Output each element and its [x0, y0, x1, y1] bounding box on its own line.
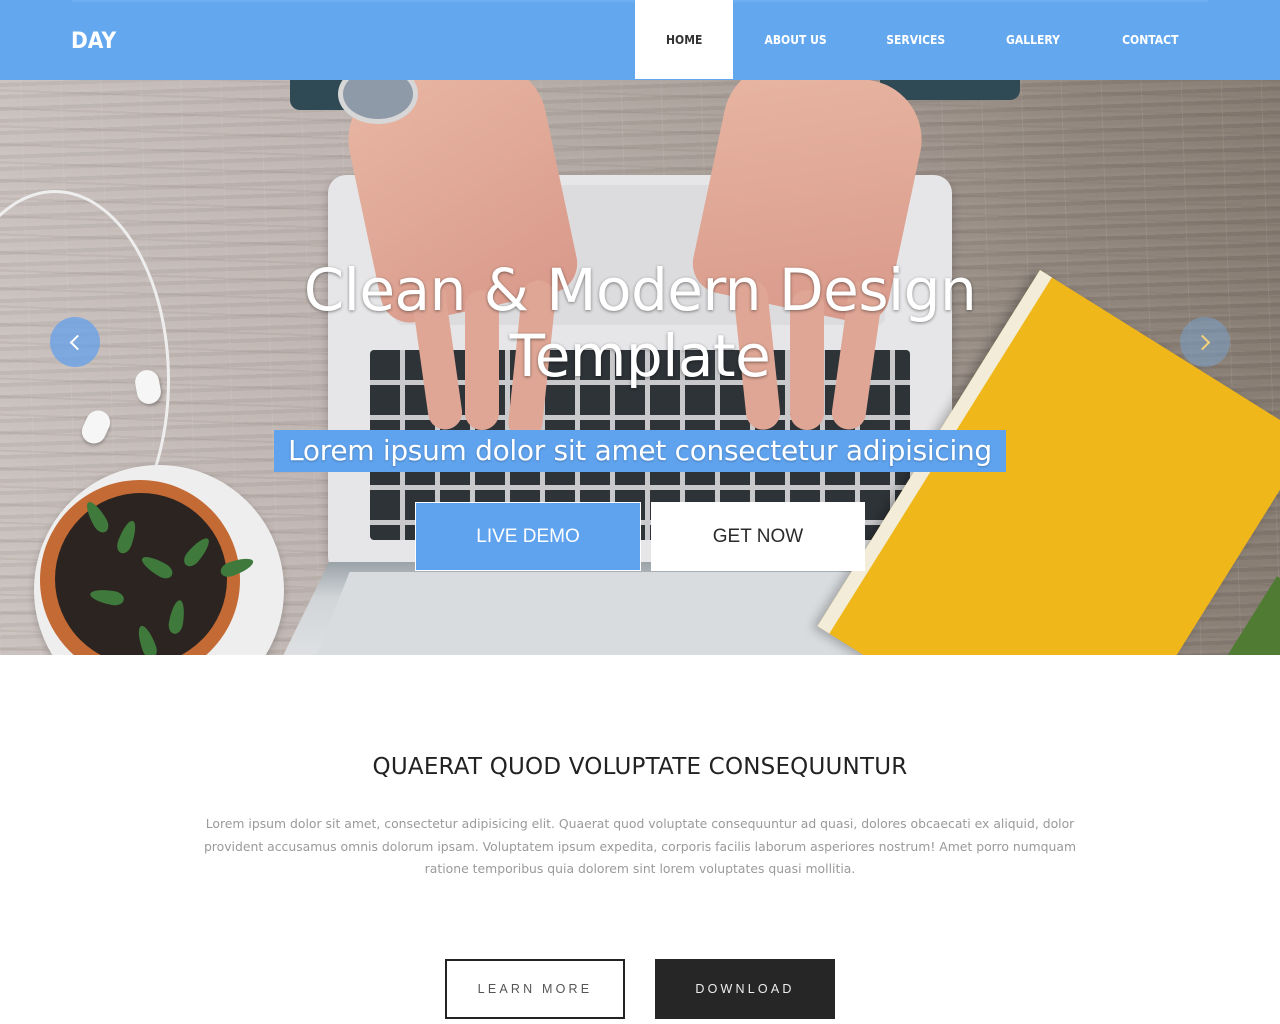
- live-demo-button[interactable]: LIVE DEMO: [415, 502, 641, 571]
- hero-title: Clean & Modern Design Template: [0, 257, 1280, 389]
- nav-label: HOME: [665, 32, 703, 47]
- nav-item-gallery[interactable]: GALLERY: [973, 0, 1093, 79]
- nav-label: GALLERY: [1006, 32, 1060, 47]
- navbar: DAY HOME ABOUT US SERVICES GALLERY CONTA…: [0, 0, 1280, 80]
- hero-slider: Clean & Modern Design Template Lorem ips…: [0, 80, 1280, 655]
- hero-title-line-1: Clean & Modern Design: [303, 256, 977, 324]
- keyboard-row-divider: [370, 485, 910, 490]
- section-heading: QUAERAT QUOD VOLUPTATE CONSEQUUNTUR: [372, 754, 908, 780]
- hero-subtitle: Lorem ipsum dolor sit amet consectetur a…: [274, 430, 1006, 472]
- chevron-left-icon: [69, 334, 86, 350]
- hero-title-line-2: Template: [509, 322, 771, 390]
- learn-more-button[interactable]: LEARN MORE: [445, 959, 625, 1019]
- chevron-right-icon: [1194, 334, 1211, 350]
- download-button[interactable]: DOWNLOAD: [655, 959, 835, 1019]
- slider-prev-button[interactable]: [50, 317, 100, 367]
- nav-label: ABOUT US: [764, 32, 828, 47]
- nav-item-contact[interactable]: CONTACT: [1093, 0, 1207, 79]
- get-now-button[interactable]: GET NOW: [651, 502, 865, 571]
- nav-label: SERVICES: [886, 32, 946, 47]
- section-paragraph: Lorem ipsum dolor sit amet, consectetur …: [203, 816, 1077, 876]
- nav-item-services[interactable]: SERVICES: [859, 0, 973, 79]
- cta-buttons: LEARN MORE DOWNLOAD: [445, 959, 835, 1019]
- hero-buttons: LIVE DEMO GET NOW: [415, 502, 865, 571]
- nav-item-about-us[interactable]: ABOUT US: [733, 0, 859, 79]
- nav-label: CONTACT: [1121, 32, 1179, 47]
- brand-logo[interactable]: DAY: [71, 29, 116, 54]
- main-nav: HOME ABOUT US SERVICES GALLERY CONTACT: [635, 0, 1207, 80]
- nav-item-home[interactable]: HOME: [635, 0, 733, 79]
- slider-next-button[interactable]: [1180, 317, 1230, 367]
- hero-subtitle-wrap: Lorem ipsum dolor sit amet consectetur a…: [0, 430, 1280, 472]
